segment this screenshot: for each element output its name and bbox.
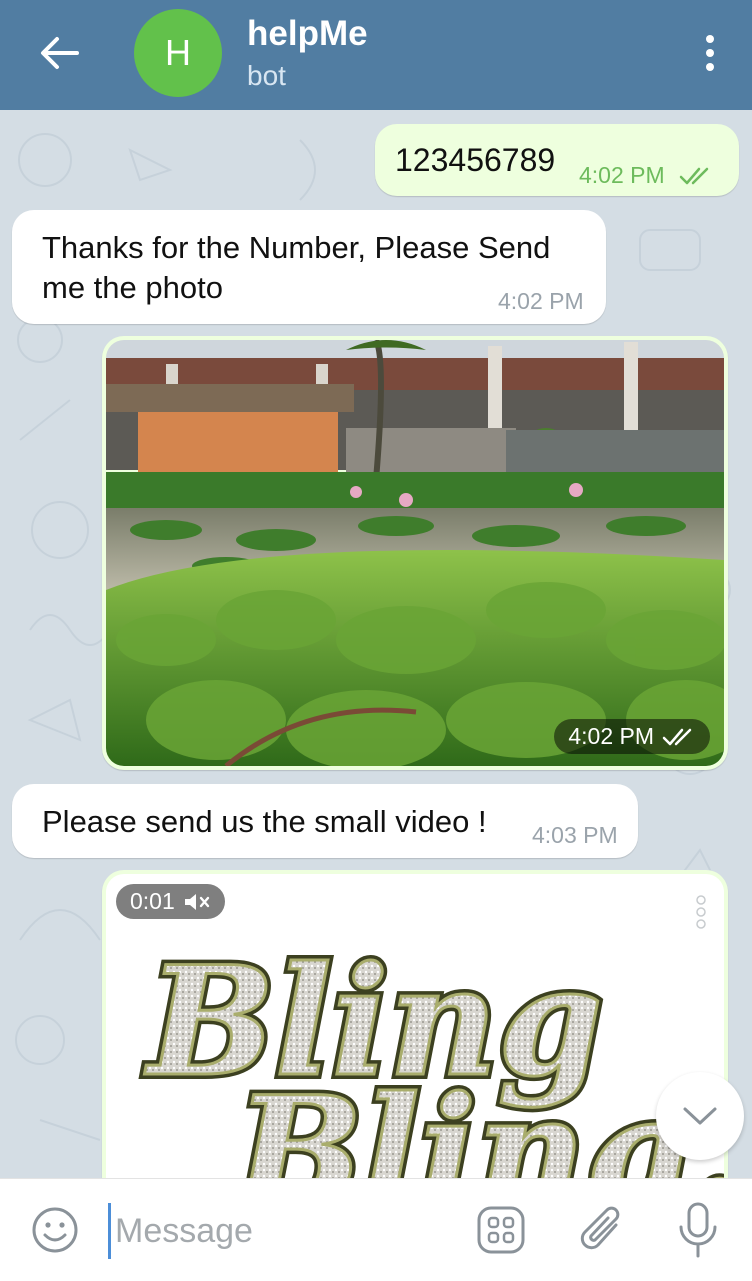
double-check-icon	[679, 167, 709, 185]
photo-lotus-pond-image	[106, 340, 724, 766]
bot-keyboard-icon[interactable]	[476, 1205, 526, 1255]
message-text-line2: me the photo	[42, 270, 223, 305]
avatar-letter: H	[165, 32, 191, 73]
message-text: Please send us the small video !	[42, 804, 487, 839]
microphone-icon[interactable]	[676, 1201, 720, 1259]
video-preview[interactable]: Bling Bling Bling. Bling. 0:01	[106, 874, 724, 1178]
message-input-bar	[0, 1178, 752, 1281]
message-text-line1: Thanks for the Number, Please Send	[42, 230, 551, 265]
message-text: 123456789	[395, 142, 556, 178]
photo-image[interactable]: 4:02 PM	[106, 340, 724, 766]
message-time: 4:02 PM	[568, 723, 654, 749]
photo-message[interactable]: 4:02 PM	[102, 336, 728, 770]
message-time: 4:02 PM	[498, 288, 584, 314]
emoji-icon[interactable]	[30, 1205, 80, 1255]
outgoing-message[interactable]: 123456789 4:02 PM	[375, 124, 739, 196]
video-duration: 0:01	[130, 888, 175, 914]
chevron-down-icon	[683, 1107, 717, 1125]
scroll-to-bottom-button[interactable]	[656, 1072, 744, 1160]
chat-subtitle: bot	[247, 60, 286, 91]
message-time: 4:02 PM	[579, 162, 665, 188]
svg-text:Bling.: Bling.	[232, 1064, 724, 1178]
attach-paperclip-icon[interactable]	[578, 1203, 626, 1257]
video-menu-icon[interactable]	[694, 894, 708, 930]
message-list[interactable]: 123456789 4:02 PM Thanks for the Number,…	[0, 110, 752, 1178]
avatar[interactable]: H	[134, 9, 222, 97]
message-time: 4:03 PM	[532, 822, 618, 848]
message-input[interactable]	[108, 1203, 447, 1259]
muted-speaker-icon	[184, 893, 209, 910]
video-duration-badge[interactable]: 0:01	[116, 884, 225, 919]
double-check-icon	[662, 728, 692, 745]
more-menu-icon[interactable]	[698, 28, 722, 78]
photo-time-badge: 4:02 PM	[554, 719, 710, 754]
back-arrow-icon[interactable]	[34, 30, 84, 76]
video-message[interactable]: Bling Bling Bling. Bling. 0:01	[102, 870, 728, 1178]
chat-title[interactable]: helpMe	[247, 14, 368, 54]
video-bling-art-image: Bling Bling Bling. Bling.	[139, 929, 724, 1178]
incoming-message[interactable]: Please send us the small video ! 4:03 PM	[12, 784, 638, 858]
incoming-message[interactable]: Thanks for the Number, Please Send me th…	[12, 210, 606, 324]
chat-header: H helpMe bot	[0, 0, 752, 110]
